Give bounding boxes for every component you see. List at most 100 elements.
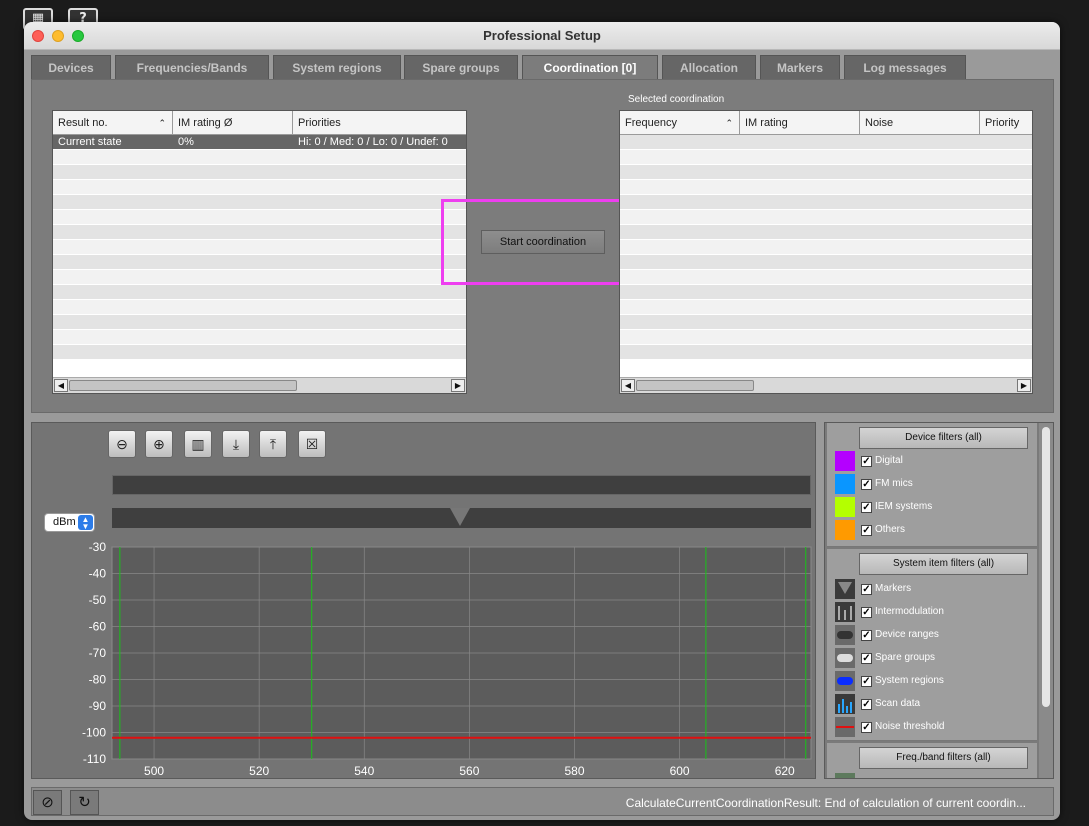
scroll-left-icon[interactable]: ◀: [621, 379, 635, 392]
scan-data-checkbox[interactable]: ✓: [861, 699, 872, 710]
y-tick-label: -70: [89, 646, 107, 660]
fit-icon[interactable]: ▥: [184, 430, 212, 458]
spectrum-panel: ⊖ ⊕ ▥ ⤓ ⤒ ☒ dBm ▲ ▼ 500 520 540 560 580 600 620 -…: [31, 422, 816, 779]
column-result-no[interactable]: Result no. ⌃: [53, 111, 173, 135]
column-frequency[interactable]: Frequency ⌃: [620, 111, 740, 135]
freq-band-swatch: [835, 773, 855, 778]
tab-allocation[interactable]: Allocation: [662, 55, 756, 79]
column-priority[interactable]: Priority: [980, 111, 1032, 135]
filter-panel: Device filters (all) ✓ Digital ✓ FM mics ✓…: [824, 422, 1054, 779]
clear-icon[interactable]: ☒: [298, 430, 326, 458]
filter-device-ranges[interactable]: ✓ Device ranges: [835, 625, 1035, 647]
filter-markers[interactable]: ✓ Markers: [835, 579, 1035, 601]
fm-mics-checkbox[interactable]: ✓: [861, 479, 872, 490]
x-tick-label: 580: [564, 764, 584, 778]
markers-checkbox[interactable]: ✓: [861, 584, 872, 595]
tab-system-regions[interactable]: System regions: [273, 55, 401, 79]
column-priorities[interactable]: Priorities: [293, 111, 466, 135]
y-tick-label: -80: [89, 673, 107, 687]
tab-devices[interactable]: Devices: [31, 55, 111, 79]
spare-group-icon: [835, 648, 855, 668]
unit-select[interactable]: dBm ▲ ▼: [44, 513, 95, 532]
cell-im-rating: 0%: [178, 136, 194, 148]
tab-markers[interactable]: Markers: [760, 55, 840, 79]
results-horizontal-scrollbar[interactable]: ◀ ▶: [53, 377, 466, 393]
marker-icon: [835, 579, 855, 599]
intermodulation-checkbox[interactable]: ✓: [861, 607, 872, 618]
filter-label: FM mics: [875, 478, 913, 489]
refresh-icon[interactable]: ↻: [70, 790, 99, 815]
selected-horizontal-scrollbar[interactable]: ◀ ▶: [620, 377, 1032, 393]
marker-icon[interactable]: [450, 508, 470, 526]
column-im-rating[interactable]: IM rating: [740, 111, 860, 135]
cell-priorities: Hi: 0 / Med: 0 / Lo: 0 / Undef: 0: [298, 136, 448, 148]
filter-scan-data[interactable]: ✓ Scan data: [835, 694, 1035, 716]
hide-eye-icon[interactable]: ⊘: [33, 790, 62, 815]
tab-spare-groups[interactable]: Spare groups: [404, 55, 518, 79]
others-checkbox[interactable]: ✓: [861, 525, 872, 536]
tab-coordination[interactable]: Coordination [0]: [522, 55, 658, 79]
filter-label: Device ranges: [875, 629, 939, 640]
filter-spare-groups[interactable]: ✓ Spare groups: [835, 648, 1035, 670]
others-swatch: [835, 520, 855, 540]
selected-rows: [620, 135, 1032, 360]
scroll-thumb[interactable]: [1042, 427, 1050, 707]
system-regions-checkbox[interactable]: ✓: [861, 676, 872, 687]
filter-fm-mics[interactable]: ✓ FM mics: [835, 474, 1035, 496]
system-region-icon: [835, 671, 855, 691]
scroll-left-icon[interactable]: ◀: [54, 379, 68, 392]
status-bar: ⊘ ↻ CalculateCurrentCoordinationResult: …: [31, 787, 1054, 816]
filter-label: Noise threshold: [875, 721, 945, 732]
sort-ascending-icon: ⌃: [158, 118, 166, 128]
column-im-rating[interactable]: IM rating Ø: [173, 111, 293, 135]
export-scan-icon[interactable]: ⤒: [259, 430, 287, 458]
filter-digital[interactable]: ✓ Digital: [835, 451, 1035, 473]
digital-checkbox[interactable]: ✓: [861, 456, 872, 467]
filter-vertical-scrollbar[interactable]: [1039, 423, 1053, 778]
x-tick-label: 560: [459, 764, 479, 778]
table-row[interactable]: Current state 0% Hi: 0 / Med: 0 / Lo: 0 …: [53, 135, 466, 150]
y-tick-label: -110: [83, 752, 106, 766]
coordination-panel: Result no. ⌃ IM rating Ø Priorities Curre…: [31, 79, 1054, 413]
device-range-bar[interactable]: [112, 475, 811, 495]
status-message: CalculateCurrentCoordinationResult: End …: [625, 796, 1026, 810]
digital-swatch: [835, 451, 855, 471]
noise-threshold-checkbox[interactable]: ✓: [861, 722, 872, 733]
filter-others[interactable]: ✓ Others: [835, 520, 1035, 542]
cell-result-no: Current state: [58, 136, 122, 148]
filter-label: Scan data: [875, 698, 921, 709]
intermodulation-icon: [835, 602, 855, 622]
scroll-thumb[interactable]: [636, 380, 754, 391]
filter-system-regions[interactable]: ✓ System regions: [835, 671, 1035, 693]
filter-label: Digital: [875, 455, 903, 466]
device-filters-section: Device filters (all) ✓ Digital ✓ FM mics ✓…: [827, 423, 1037, 547]
spectrum-chart[interactable]: 500 520 540 560 580 600 620 -30 -40 -50 -60 -70 -80 -…: [32, 541, 815, 778]
system-filters-section: System item filters (all) ✓ Markers ✓ Inte…: [827, 549, 1037, 741]
results-table: Result no. ⌃ IM rating Ø Priorities Curre…: [52, 110, 467, 394]
spare-groups-checkbox[interactable]: ✓: [861, 653, 872, 664]
iem-systems-swatch: [835, 497, 855, 517]
zoom-in-icon[interactable]: ⊕: [145, 430, 173, 458]
scroll-thumb[interactable]: [69, 380, 297, 391]
column-noise[interactable]: Noise: [860, 111, 980, 135]
y-tick-label: -50: [89, 593, 107, 607]
scroll-right-icon[interactable]: ▶: [451, 379, 465, 392]
iem-systems-checkbox[interactable]: ✓: [861, 502, 872, 513]
freq-filters-section: Freq./band filters (all): [827, 743, 1037, 778]
x-tick-label: 500: [144, 764, 164, 778]
filter-noise-threshold[interactable]: ✓ Noise threshold: [835, 717, 1035, 739]
y-tick-label: -90: [89, 699, 107, 713]
tab-frequencies-bands[interactable]: Frequencies/Bands: [115, 55, 269, 79]
filter-intermodulation[interactable]: ✓ Intermodulation: [835, 602, 1035, 624]
tab-log-messages[interactable]: Log messages: [844, 55, 966, 79]
system-filters-button[interactable]: System item filters (all): [859, 553, 1028, 575]
filter-iem-systems[interactable]: ✓ IEM systems: [835, 497, 1035, 519]
freq-band-filters-button[interactable]: Freq./band filters (all): [859, 747, 1028, 769]
import-scan-icon[interactable]: ⤓: [222, 430, 250, 458]
device-filters-button[interactable]: Device filters (all): [859, 427, 1028, 449]
start-coordination-button[interactable]: Start coordination: [481, 230, 605, 254]
scroll-right-icon[interactable]: ▶: [1017, 379, 1031, 392]
select-arrows-icon: ▲ ▼: [78, 515, 93, 531]
device-ranges-checkbox[interactable]: ✓: [861, 630, 872, 641]
zoom-out-icon[interactable]: ⊖: [108, 430, 136, 458]
